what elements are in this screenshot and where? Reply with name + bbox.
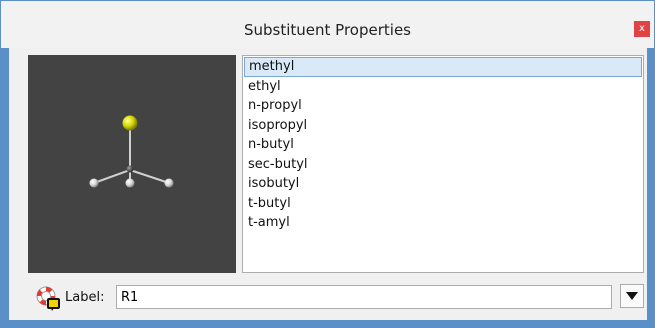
window-title: Substituent Properties: [244, 21, 411, 39]
list-item-n-butyl[interactable]: n-butyl: [243, 135, 643, 155]
list-item-ethyl[interactable]: ethyl: [243, 77, 643, 97]
list-item-t-butyl[interactable]: t-butyl: [243, 194, 643, 214]
hydrogen-atom-left: [89, 178, 99, 188]
bond-h-left: [93, 169, 131, 184]
triangle-down-icon: [626, 292, 638, 300]
substituent-properties-dialog: Substituent Properties x methyl ethyl n-…: [0, 0, 655, 328]
bond-h-right: [129, 169, 170, 184]
label-dropdown-button[interactable]: [620, 284, 644, 308]
methyl-molecule-model: [89, 115, 174, 188]
hydrogen-atom-right: [164, 178, 174, 188]
attachment-atom: [122, 115, 138, 131]
close-button[interactable]: x: [634, 21, 650, 37]
list-item-t-amyl[interactable]: t-amyl: [243, 213, 643, 233]
label-input[interactable]: [116, 285, 612, 309]
label-caption: Label:: [65, 290, 105, 305]
label-row: Label:: [9, 280, 647, 314]
dialog-body: methyl ethyl n-propyl isopropyl n-butyl …: [9, 48, 647, 320]
list-item-sec-butyl[interactable]: sec-butyl: [243, 155, 643, 175]
substituent-list[interactable]: methyl ethyl n-propyl isopropyl n-butyl …: [242, 55, 644, 273]
lifebuoy-icon[interactable]: [35, 285, 61, 311]
title-bar[interactable]: Substituent Properties x: [1, 1, 654, 48]
list-item-isobutyl[interactable]: isobutyl: [243, 174, 643, 194]
list-item-methyl[interactable]: methyl: [244, 57, 642, 77]
list-item-isopropyl[interactable]: isopropyl: [243, 116, 643, 136]
molecule-viewer[interactable]: [28, 55, 236, 273]
list-item-n-propyl[interactable]: n-propyl: [243, 96, 643, 116]
carbon-atom: [126, 165, 134, 173]
hydrogen-atom-front: [125, 178, 135, 188]
